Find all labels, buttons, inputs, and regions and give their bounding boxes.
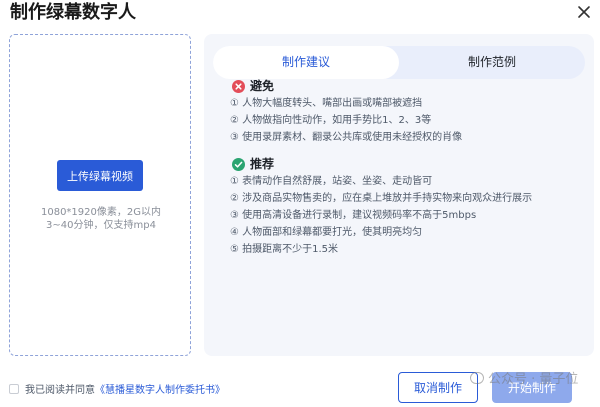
tab-suggestions[interactable]: 制作建议 <box>213 46 399 79</box>
avoid-item: ③ 使用录屏素材、翻录公共库或使用未经授权的肖像 <box>230 132 463 143</box>
dialog-title: 制作绿幕数字人 <box>10 2 136 23</box>
guidance-tabs: 制作建议 制作范例 <box>213 46 585 79</box>
create-green-screen-dialog: 制作绿幕数字人 上传绿幕视频 1080*1920像素，2G以内 3~40分钟，仅… <box>0 0 600 407</box>
agreement-text: 我已阅读并同意 <box>25 385 95 396</box>
recommend-item: ① 表情动作自然舒展，站姿、坐姿、走动皆可 <box>230 176 433 187</box>
tab-examples[interactable]: 制作范例 <box>399 46 585 79</box>
agreement-link[interactable]: 《慧播星数字人制作委托书》 <box>95 385 225 396</box>
recommend-item: ② 涉及商品实物售卖的，应在桌上堆放并手持实物来向观众进行展示 <box>230 193 533 204</box>
agreement-row: 我已阅读并同意《慧播星数字人制作委托书》 <box>9 384 225 397</box>
cancel-button[interactable]: 取消制作 <box>398 372 478 403</box>
recommend-item: ③ 使用高清设备进行录制，建议视频码率不高于5mbps <box>230 210 477 221</box>
close-circle-icon <box>232 80 245 93</box>
avoid-title-text: 避免 <box>250 79 275 93</box>
recommend-item: ④ 人物面部和绿幕都要打光，使其明亮均匀 <box>230 227 423 238</box>
recommend-title-text: 推荐 <box>250 157 275 171</box>
start-button[interactable]: 开始制作 <box>492 372 572 403</box>
video-upload-area[interactable]: 上传绿幕视频 1080*1920像素，2G以内 3~40分钟，仅支持mp4 <box>9 34 191 356</box>
upload-spec-duration: 3~40分钟，仅支持mp4 <box>46 220 156 231</box>
recommend-item: ⑤ 拍摄距离不少于1.5米 <box>230 244 339 255</box>
upload-spec-resolution: 1080*1920像素，2G以内 <box>40 207 161 218</box>
check-circle-icon <box>232 158 245 171</box>
upload-video-button[interactable]: 上传绿幕视频 <box>57 160 143 191</box>
avoid-item: ② 人物做指向性动作，如用手势比1、2、3等 <box>230 115 432 126</box>
close-icon[interactable] <box>576 4 592 20</box>
agreement-checkbox[interactable] <box>9 384 19 394</box>
avoid-item: ① 人物大幅度转头、嘴部出画或嘴部被遮挡 <box>230 98 423 109</box>
